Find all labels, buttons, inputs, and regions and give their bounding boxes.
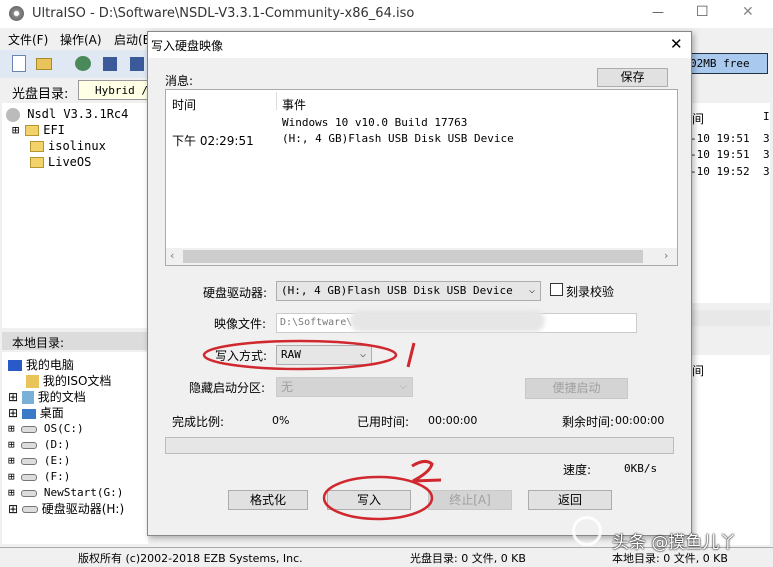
annotation-circle-method <box>202 339 398 371</box>
red-annotations <box>202 339 442 521</box>
watermark-logo <box>572 516 602 546</box>
annotation-number-1 <box>406 342 416 368</box>
watermark-text: 头条 @摸鱼儿丫 <box>612 533 737 553</box>
annotation-circle-write <box>322 475 434 521</box>
annotation-number-2 <box>411 459 442 483</box>
